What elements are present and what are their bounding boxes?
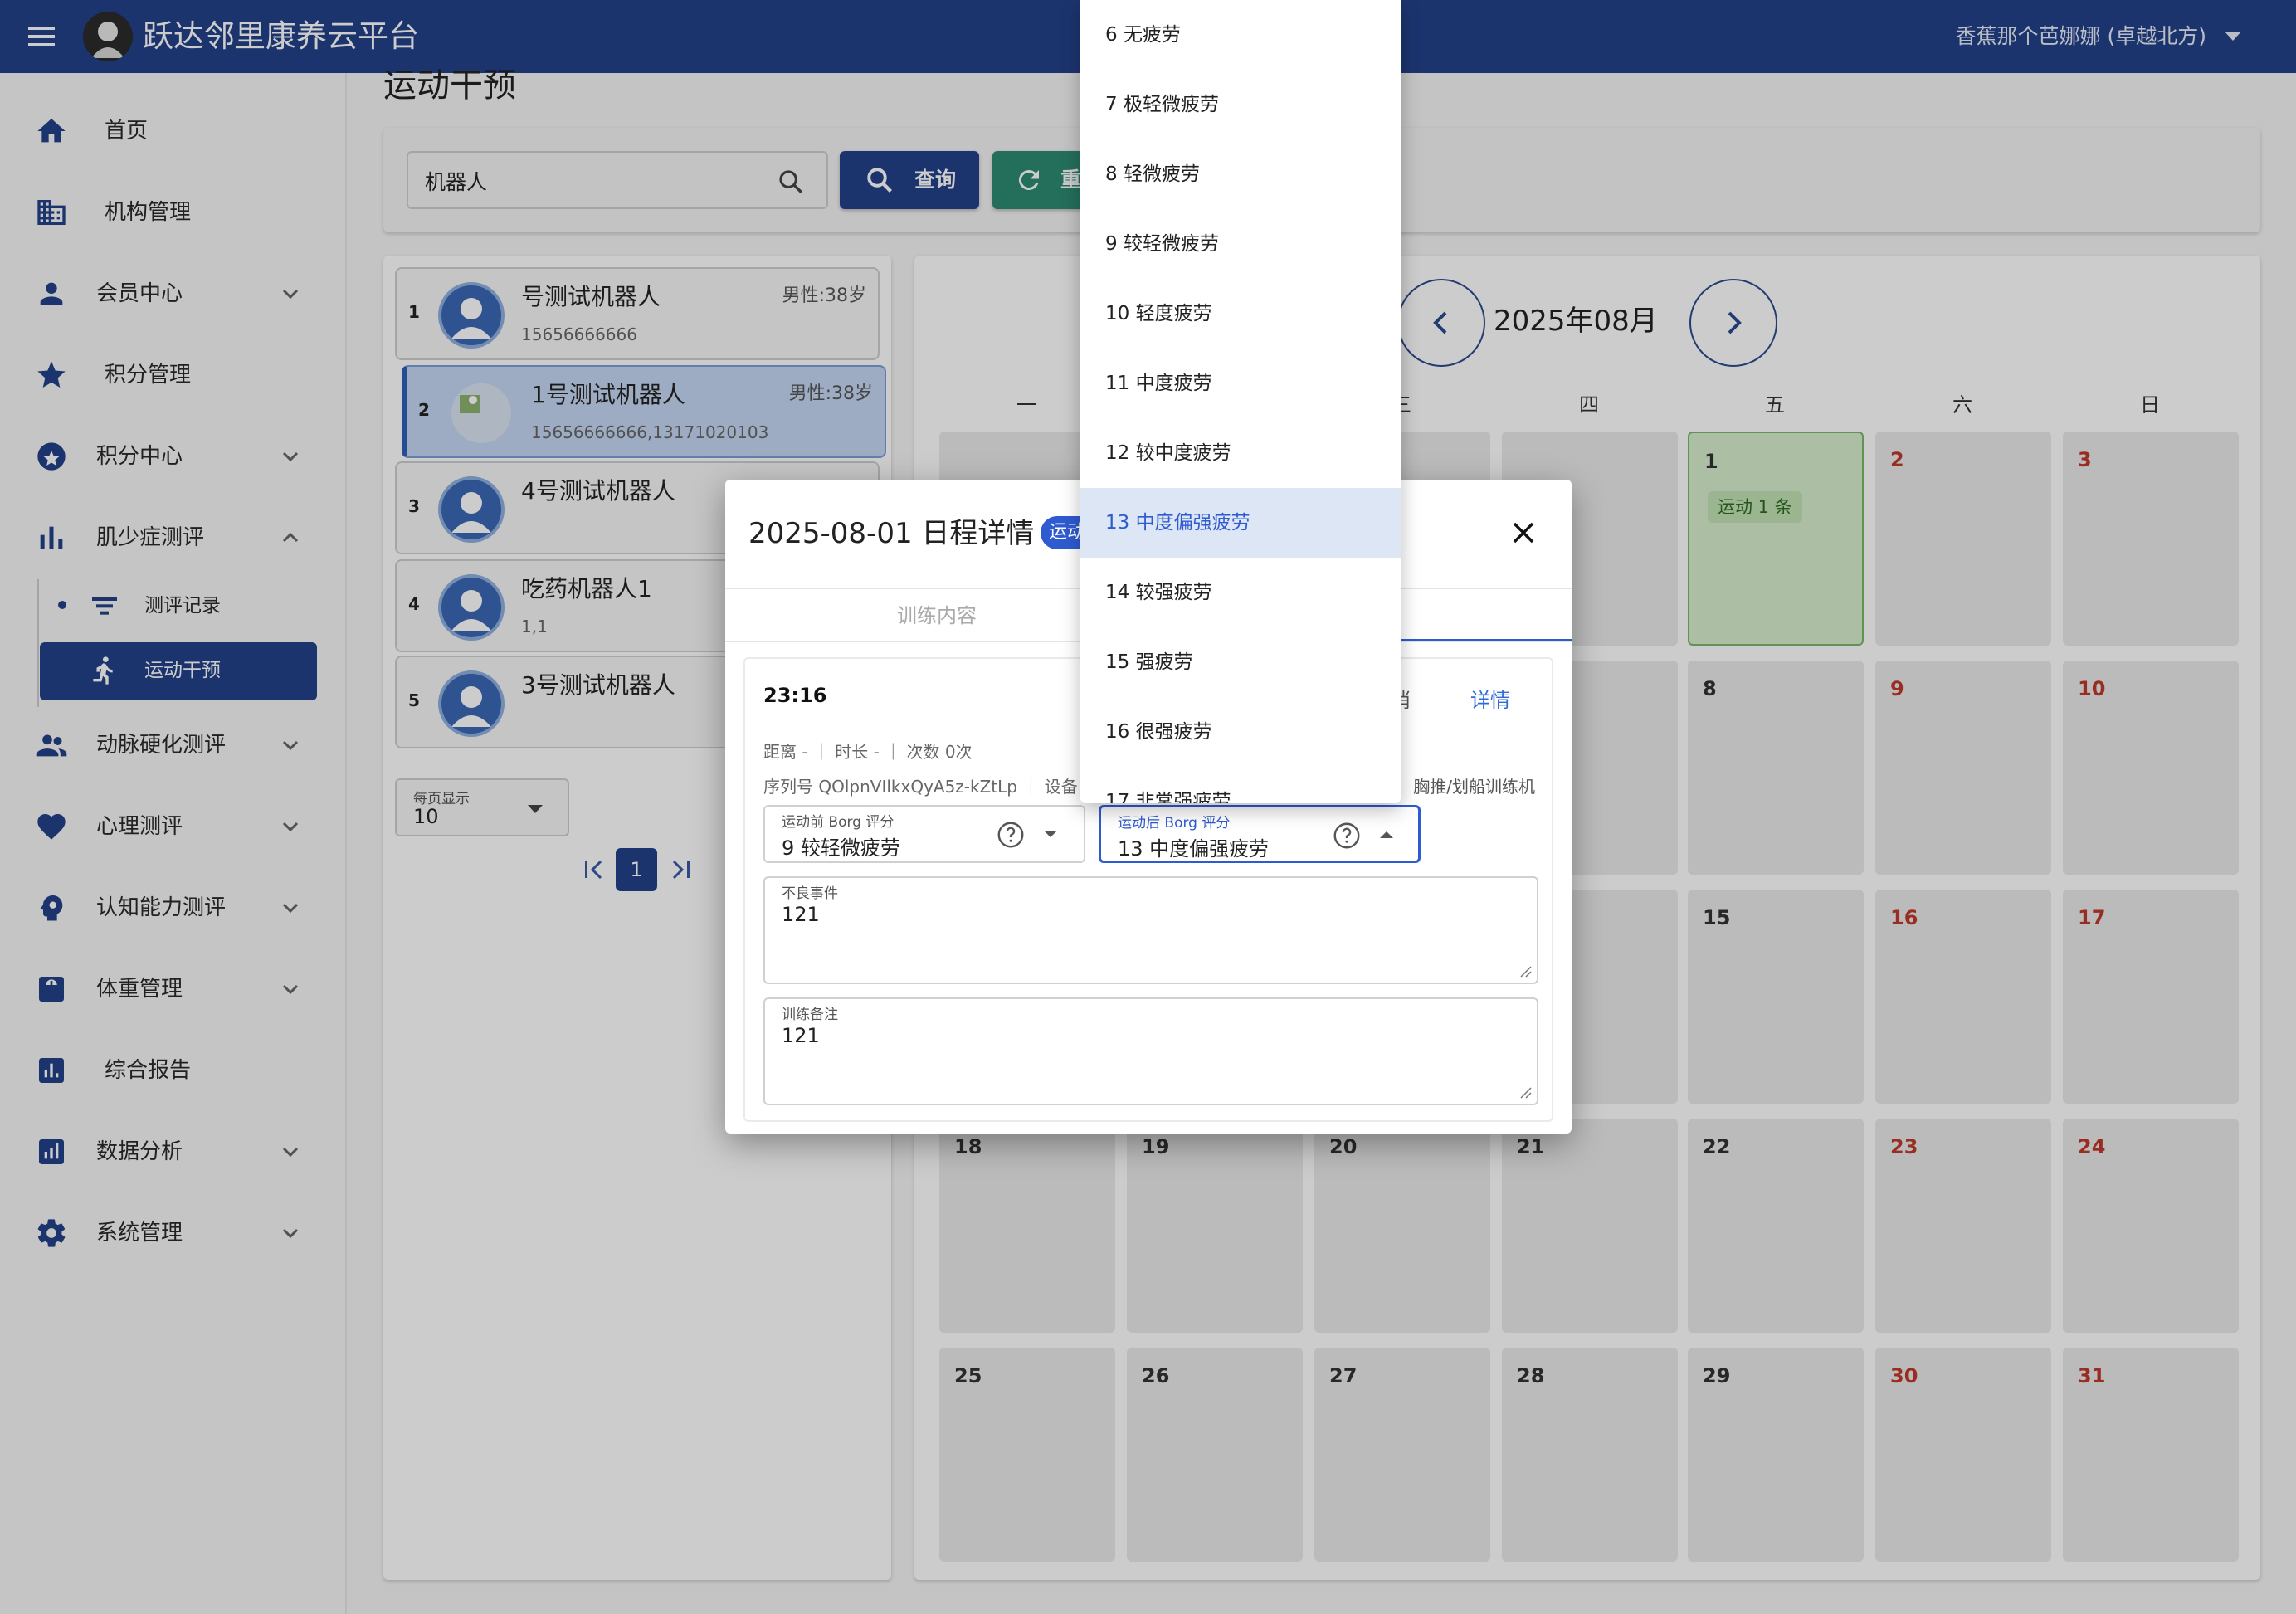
- caret-up-icon: [1378, 829, 1395, 841]
- help-icon[interactable]: [1332, 821, 1362, 851]
- menu-item-selected[interactable]: 13 中度偏强疲劳: [1080, 488, 1401, 558]
- record-stats: 距离 - ｜ 时长 - ｜ 次数 0次: [763, 742, 973, 762]
- field-label: 运动前 Borg 评分: [782, 814, 895, 831]
- menu-item[interactable]: 16 很强疲劳: [1080, 697, 1401, 767]
- record-time: 23:16: [763, 684, 827, 707]
- menu-item[interactable]: 6 无疲劳: [1080, 0, 1401, 70]
- caret-down-icon: [1042, 828, 1059, 840]
- menu-item[interactable]: 11 中度疲劳: [1080, 349, 1401, 418]
- adverse-event-textarea[interactable]: 不良事件 121: [763, 876, 1538, 984]
- detail-link[interactable]: 详情: [1470, 684, 1510, 713]
- menu-item[interactable]: 17 非常强疲劳: [1080, 767, 1401, 803]
- field-value: 121: [782, 903, 820, 926]
- field-value: 13 中度偏强疲劳: [1118, 837, 1270, 861]
- menu-item[interactable]: 9 较轻微疲劳: [1080, 209, 1401, 279]
- field-value: 121: [782, 1024, 820, 1047]
- field-label: 训练备注: [782, 1007, 838, 1023]
- training-notes-textarea[interactable]: 训练备注 121: [763, 997, 1538, 1105]
- menu-item[interactable]: 10 轻度疲劳: [1080, 279, 1401, 349]
- resize-handle-icon[interactable]: [1518, 964, 1532, 978]
- field-value: 9 较轻微疲劳: [782, 836, 900, 860]
- field-label: 运动后 Borg 评分: [1118, 815, 1231, 831]
- post-borg-select[interactable]: 运动后 Borg 评分 13 中度偏强疲劳: [1099, 805, 1421, 863]
- device-type: 胸推/划船训练机: [1413, 777, 1535, 797]
- menu-item[interactable]: 12 较中度疲劳: [1080, 418, 1401, 488]
- device-serial: 序列号 QOlpnVIlkxQyA5z-kZtLp ｜ 设备: [763, 777, 1078, 797]
- help-icon[interactable]: [996, 820, 1026, 850]
- menu-item[interactable]: 8 轻微疲劳: [1080, 139, 1401, 209]
- resize-handle-icon[interactable]: [1518, 1085, 1532, 1099]
- borg-score-dropdown: 6 无疲劳 7 极轻微疲劳 8 轻微疲劳 9 较轻微疲劳 10 轻度疲劳 11 …: [1080, 0, 1401, 803]
- dialog-title: 2025-08-01 日程详情: [748, 517, 1035, 550]
- close-icon[interactable]: [1509, 518, 1538, 548]
- menu-item[interactable]: 7 极轻微疲劳: [1080, 70, 1401, 139]
- field-label: 不良事件: [782, 885, 838, 902]
- pre-borg-select[interactable]: 运动前 Borg 评分 9 较轻微疲劳: [763, 805, 1085, 863]
- menu-item[interactable]: 15 强疲劳: [1080, 627, 1401, 697]
- menu-item[interactable]: 14 较强疲劳: [1080, 558, 1401, 627]
